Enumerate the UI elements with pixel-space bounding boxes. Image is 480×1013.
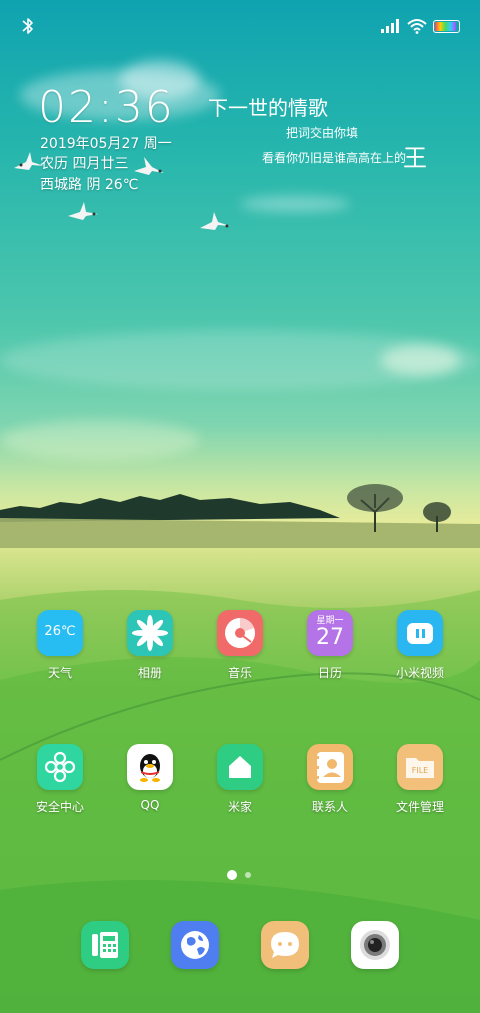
app-label: 小米视频 bbox=[395, 666, 444, 680]
clock-date: 2019年05月27 周一 bbox=[40, 136, 172, 152]
app-label: 相册 bbox=[137, 666, 162, 680]
bird-decor bbox=[68, 202, 98, 220]
calendar-icon: 星期一 27 bbox=[307, 610, 353, 656]
qq-icon bbox=[127, 744, 173, 790]
status-bar bbox=[0, 12, 480, 40]
app-qq[interactable]: QQ bbox=[105, 744, 195, 812]
clock-time[interactable]: 02:36 bbox=[38, 82, 175, 133]
phone-icon[interactable] bbox=[81, 921, 129, 969]
app-calendar[interactable]: 星期一 27 日历 bbox=[285, 610, 375, 681]
app-gallery[interactable]: 相册 bbox=[105, 610, 195, 681]
page-indicator bbox=[0, 870, 480, 882]
contacts-icon bbox=[307, 744, 353, 790]
app-security[interactable]: 安全中心 bbox=[15, 744, 105, 815]
clock-lunar-date: 农历 四月廿三 bbox=[40, 156, 129, 172]
app-mijia[interactable]: 米家 bbox=[195, 744, 285, 815]
weather-icon: 26℃ bbox=[37, 610, 83, 656]
app-label: 音乐 bbox=[227, 666, 252, 680]
bird-decor bbox=[200, 212, 230, 230]
app-video[interactable]: 小米视频 bbox=[375, 610, 465, 681]
battery-icon bbox=[433, 20, 460, 33]
lyric-line: 把词交由你填 bbox=[286, 126, 359, 140]
app-label: 联系人 bbox=[311, 800, 348, 814]
music-icon bbox=[217, 610, 263, 656]
wifi-icon bbox=[407, 19, 427, 34]
signal-icon bbox=[381, 19, 399, 33]
lyric-line: 看看你仍旧是谁高高在上的 bbox=[262, 151, 407, 165]
browser-icon[interactable] bbox=[171, 921, 219, 969]
messages-icon[interactable] bbox=[261, 921, 309, 969]
song-title: 下一世的情歌 bbox=[208, 96, 328, 120]
app-weather[interactable]: 26℃ 天气 bbox=[15, 610, 105, 681]
bluetooth-icon bbox=[22, 18, 33, 34]
files-icon-text: FILE bbox=[411, 766, 429, 775]
app-label: 天气 bbox=[47, 666, 72, 680]
battery-level-fill bbox=[435, 22, 456, 31]
app-label: 日历 bbox=[317, 666, 342, 680]
weather-temp: 26℃ bbox=[44, 624, 76, 639]
calendar-day: 27 bbox=[316, 625, 344, 650]
app-label: QQ bbox=[140, 798, 160, 812]
lyric-big-char: 王 bbox=[403, 144, 427, 172]
page-dot[interactable] bbox=[245, 872, 251, 878]
app-contacts[interactable]: 联系人 bbox=[285, 744, 375, 815]
gallery-icon bbox=[127, 610, 173, 656]
page-dot-active[interactable] bbox=[227, 870, 237, 880]
app-files[interactable]: FILE 文件管理 bbox=[375, 744, 465, 815]
clock-weather: 西城路 阴 26℃ bbox=[40, 177, 139, 193]
app-label: 文件管理 bbox=[395, 800, 444, 814]
video-icon bbox=[397, 610, 443, 656]
app-label: 米家 bbox=[227, 800, 252, 814]
files-icon: FILE bbox=[397, 744, 443, 790]
app-music[interactable]: 音乐 bbox=[195, 610, 285, 681]
security-icon bbox=[37, 744, 83, 790]
camera-icon[interactable] bbox=[351, 921, 399, 969]
home-screen: 02:36 2019年05月27 周一 农历 四月廿三 西城路 阴 26℃ 下一… bbox=[0, 0, 480, 1013]
mijia-icon bbox=[217, 744, 263, 790]
app-label: 安全中心 bbox=[35, 800, 84, 814]
